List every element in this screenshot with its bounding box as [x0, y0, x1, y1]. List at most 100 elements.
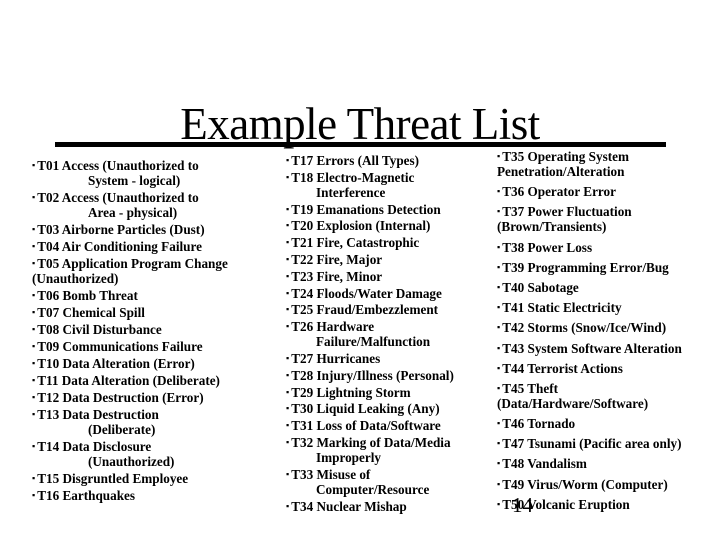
threat-label: T13 Data Destruction — [37, 407, 159, 422]
bullet-icon: ▪ — [497, 418, 501, 429]
threat-list-item: ▪ T29 Lightning Storm — [286, 385, 481, 400]
threat-list-item: ▪ T46 Tornado — [497, 416, 712, 431]
threat-list-item: ▪ T09 Communications Failure — [32, 339, 277, 354]
bullet-icon: ▪ — [497, 151, 501, 161]
bullet-icon: ▪ — [286, 270, 290, 281]
bullet-icon: ▪ — [32, 192, 36, 202]
bullet-icon: ▪ — [497, 261, 501, 272]
threat-label: T32 Marking of Data/Media — [291, 434, 451, 450]
threat-list-item: ▪ T20 Explosion (Internal) — [286, 218, 481, 233]
threat-label: T08 Civil Disturbance — [37, 322, 162, 337]
threat-label-continuation: Computer/Resource — [316, 481, 430, 497]
threat-list-item: ▪ T01 Access (Unauthorized to System - log… — [32, 158, 277, 188]
threat-label: T33 Misuse of — [291, 466, 371, 482]
threat-list-item: ▪ T45 Theft (Data/Hardware/Software) — [497, 381, 712, 411]
bullet-icon: ▪ — [32, 290, 36, 300]
bullet-icon: ▪ — [32, 473, 36, 483]
threat-label: T01 Access (Unauthorized to — [37, 158, 199, 173]
bullet-icon: ▪ — [286, 237, 290, 248]
threat-label: T45 Theft — [502, 380, 559, 396]
bullet-icon: ▪ — [32, 375, 36, 385]
bullet-icon: ▪ — [286, 369, 290, 380]
threat-list-item: ▪ T05 Application Program Change (Unauthor… — [32, 256, 277, 286]
bullet-icon: ▪ — [32, 258, 36, 268]
threat-label: T18 Electro-Magnetic — [291, 169, 415, 185]
threat-list-item: ▪ T04 Air Conditioning Failure — [32, 239, 277, 254]
threat-label: T35 Operating System — [502, 149, 629, 164]
threat-list-item: ▪ T41 Static Electricity — [497, 300, 712, 315]
threat-column-2: ▪ T17 Errors (All Types) ▪ T18 Electro-Magn… — [286, 153, 481, 515]
bullet-icon: ▪ — [497, 206, 501, 217]
bullet-icon: ▪ — [286, 352, 290, 363]
threat-label: T29 Lightning Storm — [291, 384, 411, 400]
bullet-icon: ▪ — [32, 307, 36, 317]
bullet-icon: ▪ — [286, 203, 290, 214]
bullet-icon: ▪ — [497, 438, 501, 449]
threat-label: T20 Explosion (Internal) — [291, 218, 431, 234]
threat-label: T15 Disgruntled Employee — [37, 471, 189, 486]
threat-list-item: ▪ T21 Fire, Catastrophic — [286, 235, 481, 250]
threat-label: T25 Fraud/Embezzlement — [291, 302, 439, 318]
threat-label-continuation: Area - physical) — [88, 205, 178, 220]
threat-list-item: ▪ T42 Storms (Snow/Ice/Wind) — [497, 320, 712, 335]
bullet-icon: ▪ — [286, 287, 290, 298]
threat-label: T36 Operator Error — [502, 184, 616, 200]
bullet-icon: ▪ — [286, 321, 290, 332]
threat-label-continuation: Improperly — [316, 449, 381, 465]
threat-list-item: ▪ T25 Fraud/Embezzlement — [286, 302, 481, 317]
bullet-icon: ▪ — [32, 441, 36, 451]
threat-list-item: ▪ T31 Loss of Data/Software — [286, 418, 481, 433]
threat-label: T46 Tornado — [502, 416, 576, 432]
threat-label: T42 Storms (Snow/Ice/Wind) — [502, 320, 667, 336]
threat-list-item: ▪ T14 Data Disclosure (Unauthorized) — [32, 439, 277, 469]
threat-list-item: ▪ T02 Access (Unauthorized to Area - physi… — [32, 190, 277, 220]
threat-label: T09 Communications Failure — [37, 339, 203, 354]
bullet-icon: ▪ — [497, 302, 501, 313]
threat-label: T24 Floods/Water Damage — [291, 285, 442, 301]
bullet-icon: ▪ — [497, 322, 501, 333]
threat-label: T26 Hardware — [291, 319, 375, 335]
threat-label-continuation: (Brown/Transients) — [497, 219, 607, 235]
threat-label: T34 Nuclear Mishap — [291, 498, 407, 514]
threat-label: T04 Air Conditioning Failure — [37, 239, 202, 254]
bullet-icon: ▪ — [286, 386, 290, 397]
threat-list-item: ▪ T27 Hurricanes — [286, 351, 481, 366]
threat-list-item: ▪ T22 Fire, Major — [286, 252, 481, 267]
threat-list-item: ▪ T26 Hardware Failure/Malfunction — [286, 319, 481, 349]
threat-list-item: ▪ T07 Chemical Spill — [32, 305, 277, 320]
bullet-icon: ▪ — [286, 403, 290, 414]
threat-list-item: ▪ T38 Power Loss — [497, 240, 712, 255]
threat-list-item: ▪ T40 Sabotage — [497, 280, 712, 295]
threat-list-item: ▪ T15 Disgruntled Employee — [32, 471, 277, 486]
threat-label-continuation: (Unauthorized) — [32, 271, 119, 286]
threat-list-item: ▪ T37 Power Fluctuation (Brown/Transients) — [497, 204, 712, 234]
bullet-icon: ▪ — [32, 358, 36, 368]
threat-list-item: ▪ T35 Operating System Penetration/Alterat… — [497, 149, 712, 179]
threat-list-item: ▪ T19 Emanations Detection — [286, 202, 481, 217]
bullet-icon: ▪ — [32, 324, 36, 334]
threat-label: T38 Power Loss — [502, 239, 593, 255]
threat-label: T40 Sabotage — [502, 279, 579, 295]
threat-list-item: ▪ T24 Floods/Water Damage — [286, 286, 481, 301]
bullet-icon: ▪ — [497, 186, 501, 197]
threat-label: T10 Data Alteration (Error) — [37, 356, 195, 371]
threat-label: T07 Chemical Spill — [37, 305, 145, 320]
threat-label: T03 Airborne Particles (Dust) — [37, 222, 205, 237]
bullet-icon: ▪ — [497, 458, 501, 469]
bullet-icon: ▪ — [32, 392, 36, 402]
bullet-icon: ▪ — [32, 224, 36, 234]
bullet-icon: ▪ — [497, 498, 501, 509]
bullet-icon: ▪ — [32, 409, 36, 419]
threat-list-item: ▪ T33 Misuse of Computer/Resource — [286, 467, 481, 497]
threat-label-continuation: (Deliberate) — [88, 422, 156, 437]
threat-list-item: ▪ T39 Programming Error/Bug — [497, 260, 712, 275]
bullet-icon: ▪ — [32, 241, 36, 251]
threat-list-item: ▪ T36 Operator Error — [497, 184, 712, 199]
bullet-icon: ▪ — [497, 382, 501, 393]
bullet-icon: ▪ — [286, 220, 290, 231]
threat-list-item: ▪ T17 Errors (All Types) — [286, 153, 481, 168]
threat-list-item: ▪ T28 Injury/Illness (Personal) — [286, 368, 481, 383]
threat-label: T44 Terrorist Actions — [502, 360, 623, 376]
threat-label: T02 Access (Unauthorized to — [37, 190, 199, 205]
threat-label: T11 Data Alteration (Deliberate) — [37, 373, 220, 388]
